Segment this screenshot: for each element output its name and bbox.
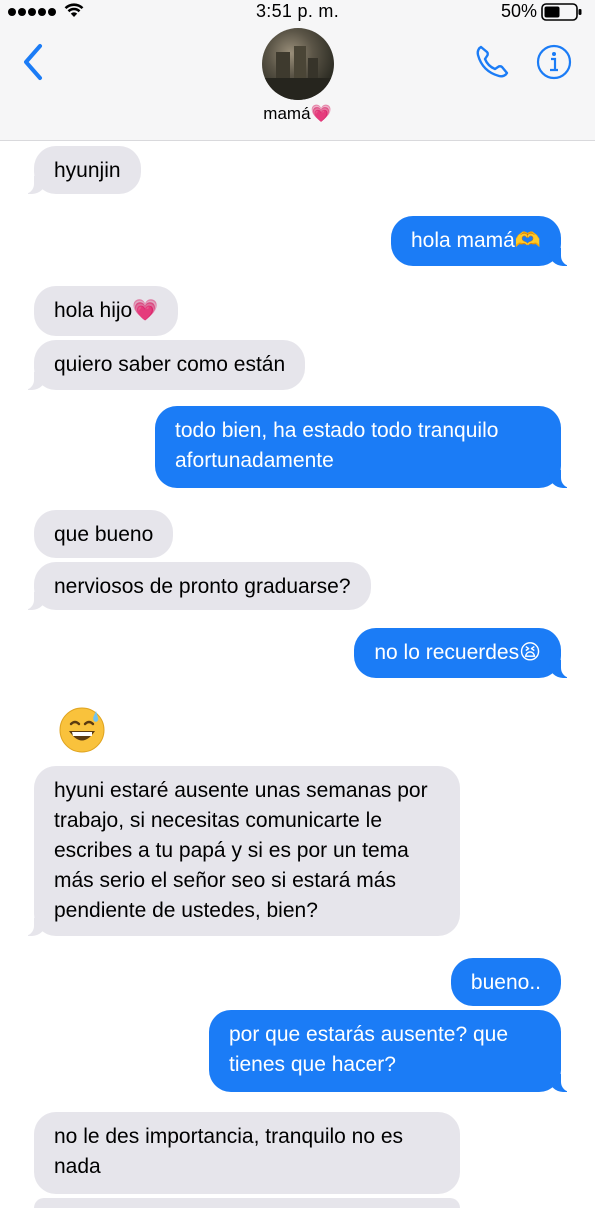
conversation-header: 3:51 p. m. 50% mamá💗 [0,0,595,141]
grinning-sweat-emoji[interactable] [58,706,106,754]
outgoing-message[interactable]: todo bien, ha estado todo tranquilo afor… [155,406,573,488]
outgoing-message[interactable]: hola mamá🫶 [390,216,574,266]
outgoing-message[interactable]: bueno.. [450,958,561,1006]
status-bar: 3:51 p. m. 50% [0,0,595,26]
contact-name[interactable]: mamá💗 [0,104,595,124]
incoming-message[interactable]: nerviosos de pronto graduarse? [22,562,371,610]
incoming-message[interactable]: hola hijo💗 [34,286,179,336]
incoming-message[interactable]: que bueno [34,510,174,558]
phone-icon[interactable] [472,42,512,82]
back-chevron-icon[interactable] [20,42,46,82]
outgoing-message[interactable]: por que estarás ausente? que tienes que … [209,1010,573,1092]
incoming-message[interactable]: hyuni estaré ausente unas semanas por tr… [22,766,460,936]
incoming-message[interactable]: quiero saber como están [21,340,306,390]
info-icon[interactable] [536,44,572,80]
incoming-message[interactable]: no le des importancia, tranquilo no es n… [34,1112,460,1194]
contact-avatar[interactable] [262,28,334,100]
outgoing-message[interactable]: no lo recuerdes😫 [354,628,573,678]
battery-icon [541,3,582,21]
battery-percentage: 50% [500,1,537,21]
incoming-message[interactable]: hyunjin [22,146,141,194]
